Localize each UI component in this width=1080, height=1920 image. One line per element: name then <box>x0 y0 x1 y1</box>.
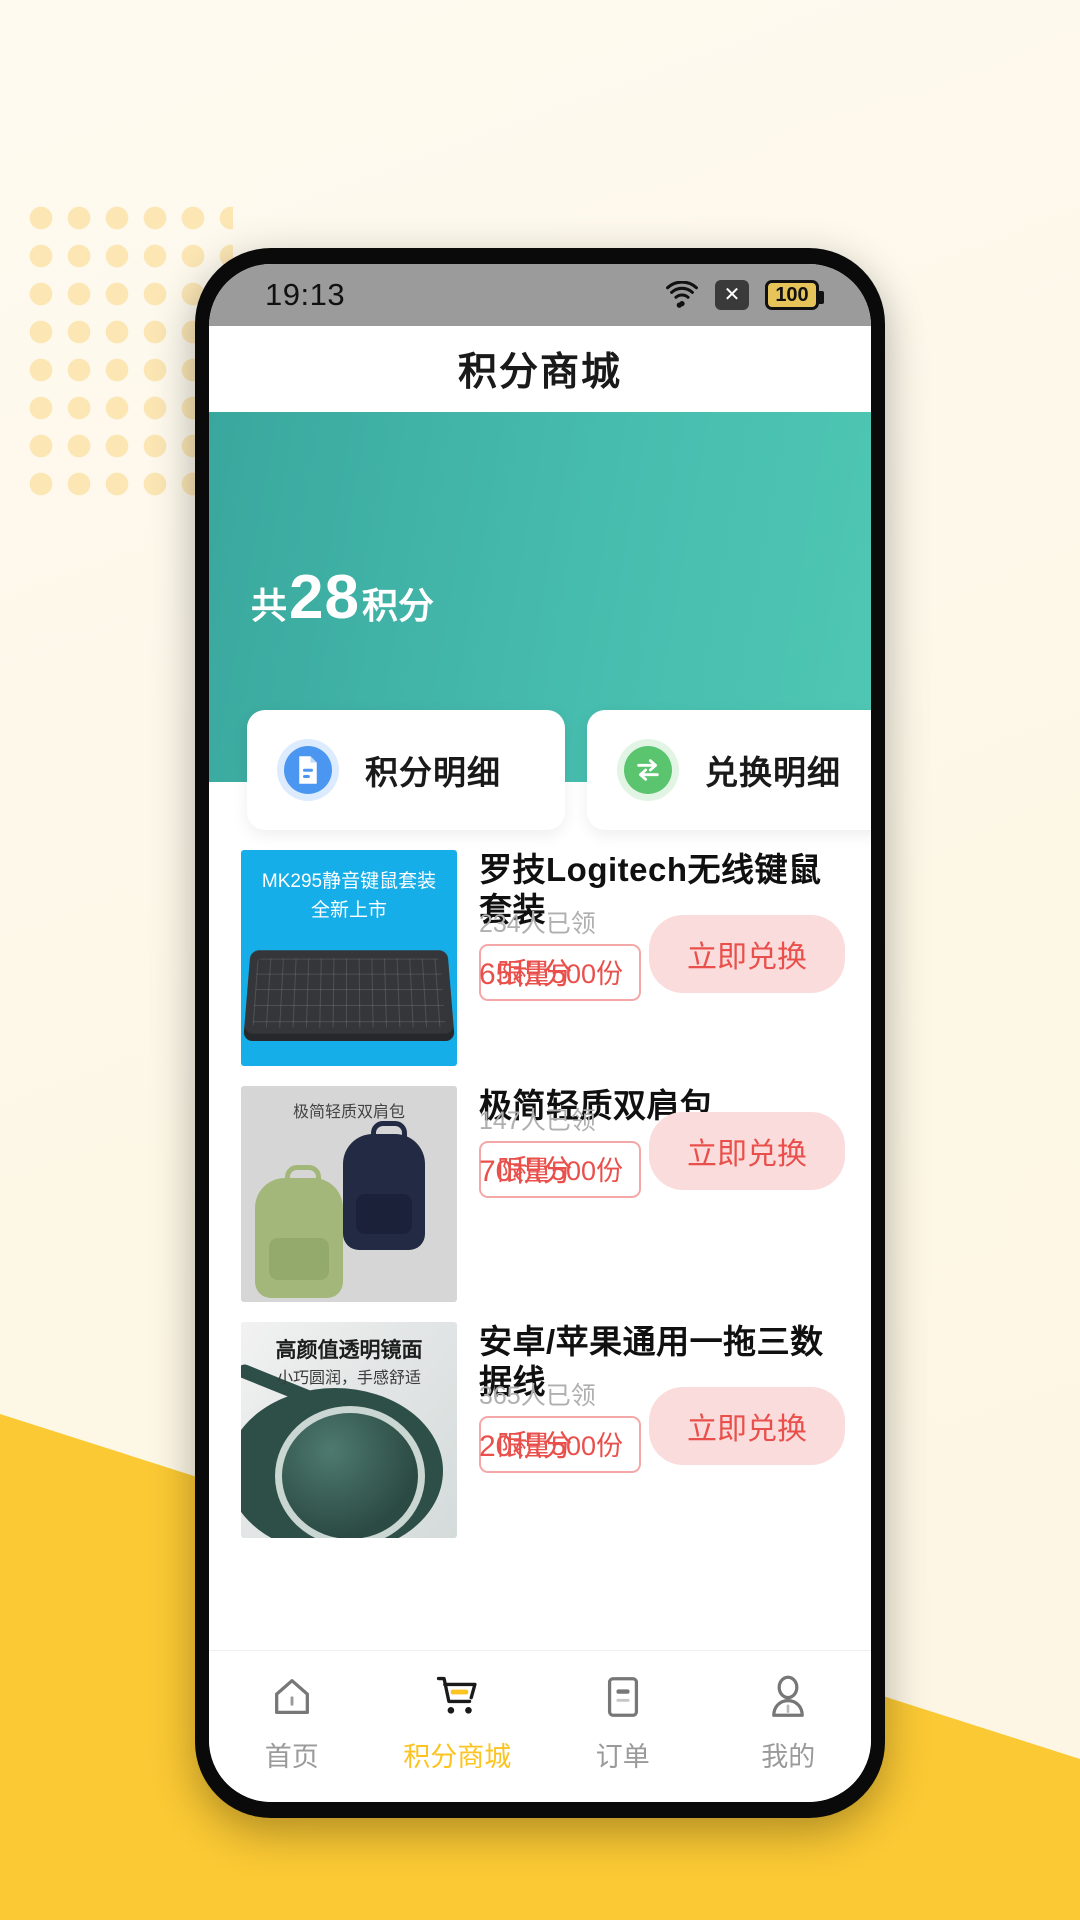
document-icon <box>277 739 339 801</box>
product-image: MK295静音键鼠套装 全新上市 <box>241 850 457 1066</box>
exchange-detail-label: 兑换明细 <box>705 754 841 791</box>
bottom-navigation: 首页 积分商城 订单 我的 <box>209 1650 871 1802</box>
tab-orders-label: 订单 <box>595 1742 650 1772</box>
points-hero-banner: 共 28 积分 积分明细 兑换明细 <box>209 412 871 830</box>
tab-profile-label: 我的 <box>761 1742 816 1772</box>
product-claimed-count: 365人已领 <box>479 1382 596 1411</box>
product-info: 罗技Logitech无线键鼠套装 限量500份 234人已领 65积分 立即兑换 <box>457 850 871 1002</box>
product-price: 65积分 <box>479 958 573 992</box>
backpack-green-graphic <box>255 1165 343 1298</box>
status-icon-group: ✕ 100 <box>665 280 824 310</box>
points-prefix-label: 共 <box>251 585 288 626</box>
product-row[interactable]: 极简轻质双肩包 极简轻质双肩包 限量500份 147人已领 70积分 立即兑换 <box>209 1086 871 1322</box>
tab-home[interactable]: 首页 <box>209 1671 375 1774</box>
product-info: 极简轻质双肩包 限量500份 147人已领 70积分 立即兑换 <box>457 1086 871 1198</box>
points-suffix-label: 积分 <box>361 585 434 626</box>
points-value: 28 <box>289 563 360 632</box>
app-header: 积分商城 <box>209 326 871 412</box>
product-footer: 234人已领 65积分 立即兑换 <box>479 904 845 994</box>
battery-icon: 100 <box>765 280 824 310</box>
product-row[interactable]: MK295静音键鼠套装 全新上市 罗技Logitech无线键鼠套装 限量500份… <box>209 850 871 1086</box>
product-footer: 147人已领 70积分 立即兑换 <box>479 1101 845 1190</box>
points-detail-label: 积分明细 <box>365 754 501 791</box>
product-price: 70积分 <box>479 1154 573 1188</box>
product-image: 极简轻质双肩包 <box>241 1086 457 1302</box>
tab-orders[interactable]: 订单 <box>540 1671 706 1774</box>
points-total: 共 28 积分 <box>251 562 434 633</box>
redeem-button[interactable]: 立即兑换 <box>649 1387 845 1466</box>
product-footer: 365人已领 20积分 立即兑换 <box>479 1376 845 1466</box>
points-detail-card[interactable]: 积分明细 <box>247 710 565 830</box>
product-row[interactable]: 高颜值透明镜面 小巧圆润，手感舒适 安卓/苹果通用一拖三数据线 限量500份 3… <box>209 1322 871 1558</box>
signal-off-icon: ✕ <box>715 280 749 310</box>
product-image-caption: 极简轻质双肩包 <box>292 1104 405 1121</box>
product-claimed-count: 147人已领 <box>479 1106 596 1135</box>
order-icon <box>601 1671 645 1723</box>
home-icon <box>269 1671 315 1723</box>
product-list[interactable]: MK295静音键鼠套装 全新上市 罗技Logitech无线键鼠套装 限量500份… <box>209 782 871 1650</box>
tab-points-mall[interactable]: 积分商城 <box>375 1671 541 1774</box>
exchange-detail-card[interactable]: 兑换明细 <box>587 710 871 830</box>
product-image-caption-line2: 全新上市 <box>310 900 387 922</box>
page-title: 积分商城 <box>457 351 622 394</box>
product-image-caption: MK295静音键鼠套装 全新上市 <box>241 867 457 926</box>
product-claimed-count: 234人已领 <box>479 910 596 939</box>
redeem-button[interactable]: 立即兑换 <box>649 1111 845 1190</box>
product-info: 安卓/苹果通用一拖三数据线 限量500份 365人已领 20积分 立即兑换 <box>457 1322 871 1474</box>
product-price: 20积分 <box>479 1430 573 1464</box>
product-image-caption-line1: MK295静音键鼠套装 <box>261 871 437 892</box>
backpack-navy-graphic <box>343 1121 425 1250</box>
product-image-caption-line1: 高颜值透明镜面 <box>275 1339 423 1362</box>
detail-card-group: 积分明细 兑换明细 <box>247 710 871 830</box>
exchange-arrows-icon <box>617 739 679 801</box>
product-image: 高颜值透明镜面 小巧圆润，手感舒适 <box>241 1322 457 1538</box>
product-image-caption-line2: 小巧圆润，手感舒适 <box>276 1370 421 1387</box>
cart-icon <box>433 1671 481 1723</box>
status-bar: 19:13 ✕ 100 <box>209 264 871 326</box>
redeem-button[interactable]: 立即兑换 <box>649 915 845 994</box>
wifi-icon <box>665 281 699 309</box>
tab-profile[interactable]: 我的 <box>706 1671 872 1774</box>
mirror-ring-graphic <box>275 1406 425 1538</box>
phone-frame: 19:13 ✕ 100 积分商城 共 28 积分 积分明细 兑换明细 MK295… <box>195 248 885 1818</box>
status-clock: 19:13 <box>265 277 346 312</box>
tab-home-label: 首页 <box>264 1742 319 1772</box>
person-icon <box>766 1671 810 1723</box>
tab-points-mall-label: 积分商城 <box>403 1742 512 1772</box>
keyboard-graphic <box>243 950 455 1042</box>
phone-screen: 19:13 ✕ 100 积分商城 共 28 积分 积分明细 兑换明细 MK295… <box>209 264 871 1802</box>
